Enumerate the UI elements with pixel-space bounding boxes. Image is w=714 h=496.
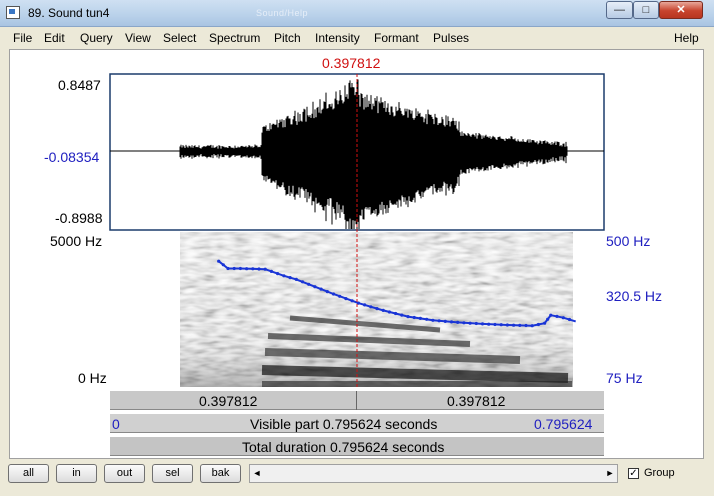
pitch-point: [251, 267, 255, 271]
total-duration-bar[interactable]: Total duration 0.795624 seconds: [110, 436, 604, 456]
visible-end-label: 0.795624: [534, 416, 593, 432]
pitch-point: [437, 319, 441, 323]
voicing-bar: [262, 381, 572, 387]
pitch-point: [406, 315, 410, 319]
frequency-max-label: 5000 Hz: [50, 233, 103, 249]
pitch-point: [567, 317, 572, 322]
frequency-min-label: 0 Hz: [78, 370, 107, 386]
pitch-point: [344, 297, 348, 301]
bottom-toolbar: all in out sel bak ◄ ► ✓ Group: [0, 460, 714, 496]
pitch-point: [400, 313, 404, 317]
pitch-point: [257, 267, 261, 271]
total-duration-label: Total duration 0.795624 seconds: [242, 439, 445, 455]
pitch-point: [232, 266, 236, 271]
pitch-point: [269, 269, 273, 273]
pitch-point: [300, 280, 305, 284]
cursor-time-label: 0.397812: [322, 55, 381, 71]
pitch-point: [543, 321, 547, 325]
pitch-point: [217, 259, 221, 263]
pitch-point: [505, 323, 509, 327]
pitch-point: [456, 320, 460, 324]
pitch-point: [288, 276, 292, 280]
pitch-point: [238, 266, 242, 271]
pitch-point: [331, 292, 336, 296]
pitch-point: [536, 322, 541, 327]
pitch-point: [487, 322, 491, 326]
pitch-point: [462, 321, 466, 325]
pitch-point: [319, 287, 323, 291]
pitch-point: [276, 272, 280, 276]
pitch-point: [381, 308, 385, 312]
pitch-point: [555, 314, 559, 318]
pitch-point: [468, 321, 472, 325]
sound-editor-window: 89. Sound tun4 Sound/Help — □ ✕ File Edi…: [0, 0, 714, 496]
pitch-max-label: 500 Hz: [606, 233, 651, 249]
zoom-out-button[interactable]: out: [104, 464, 145, 483]
pitch-point: [307, 282, 311, 286]
pitch-mid-label: 320.5 Hz: [606, 288, 663, 304]
pitch-point: [425, 317, 429, 321]
pitch-point: [363, 303, 367, 307]
pitch-point: [546, 317, 550, 321]
time-left-segment[interactable]: 0.397812: [199, 393, 257, 409]
pitch-point: [518, 323, 522, 327]
pitch-point: [282, 274, 286, 278]
pitch-point: [387, 310, 391, 314]
pitch-point: [313, 285, 317, 289]
pitch-point: [443, 319, 447, 323]
pitch-point: [375, 307, 379, 311]
zoom-selection-button[interactable]: sel: [152, 464, 193, 483]
pitch-point: [350, 299, 354, 303]
pitch-point: [561, 316, 565, 320]
time-right-segment[interactable]: 0.397812: [447, 393, 505, 409]
pitch-point: [325, 290, 329, 294]
pitch-point: [480, 322, 485, 326]
pitch-point: [493, 322, 497, 327]
pitch-point: [511, 323, 516, 327]
cursor-time-bar[interactable]: 0.397812 0.397812: [110, 390, 604, 410]
visible-start-label: 0: [112, 416, 120, 432]
pitch-point: [524, 323, 528, 328]
pitch-point: [474, 321, 478, 326]
group-checkbox-label: Group: [644, 467, 675, 479]
time-bar-divider: [356, 391, 357, 410]
waveform-zero-label: -0.08354: [44, 149, 100, 165]
visible-part-bar[interactable]: 0 Visible part 0.795624 seconds 0.795624: [110, 413, 604, 433]
pitch-point: [530, 324, 534, 328]
pitch-point: [294, 277, 298, 281]
pitch-point: [549, 313, 553, 317]
pitch-point: [449, 320, 454, 324]
group-checkbox[interactable]: ✓: [628, 468, 639, 479]
pitch-point: [338, 294, 342, 298]
visible-part-label: Visible part 0.795624 seconds: [250, 416, 438, 432]
zoom-all-button[interactable]: all: [8, 464, 49, 483]
zoom-in-button[interactable]: in: [56, 464, 97, 483]
pitch-point: [394, 311, 398, 316]
pitch-point: [412, 315, 416, 320]
scroll-right-icon[interactable]: ►: [603, 465, 617, 482]
pitch-point: [263, 267, 267, 271]
pitch-point: [418, 316, 422, 320]
waveform-max-label: 0.8487: [58, 77, 101, 93]
pitch-point: [431, 318, 435, 322]
waveform-min-label: -0.8988: [55, 210, 103, 226]
pitch-min-label: 75 Hz: [606, 370, 643, 386]
zoom-back-button[interactable]: bak: [200, 464, 241, 483]
horizontal-scrollbar[interactable]: ◄ ►: [249, 464, 618, 483]
pitch-point: [499, 323, 503, 327]
pitch-point: [369, 305, 373, 309]
pitch-point: [221, 263, 225, 267]
pitch-point: [226, 266, 230, 271]
pitch-point: [245, 267, 249, 271]
scroll-left-icon[interactable]: ◄: [250, 465, 264, 482]
